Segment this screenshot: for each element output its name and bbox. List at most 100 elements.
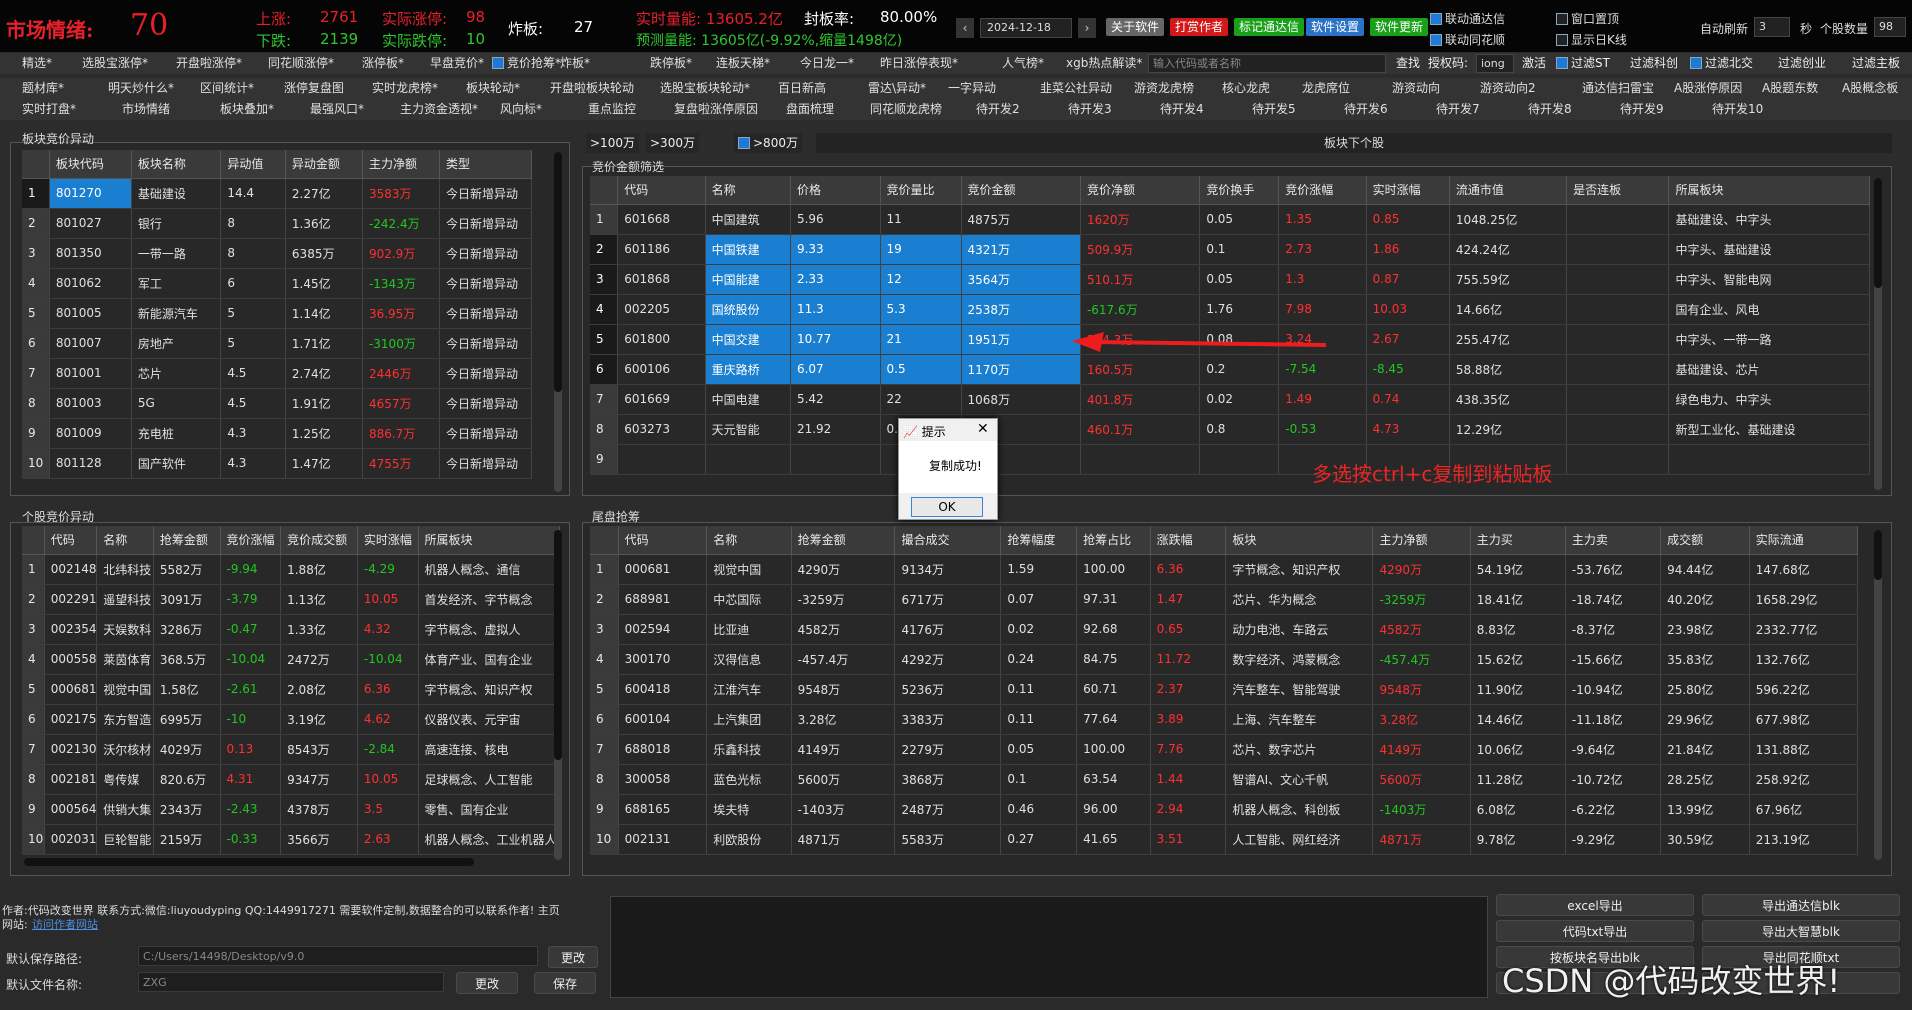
search-input[interactable]: 输入代码或者名称 <box>1148 54 1386 73</box>
table-row[interactable]: 1 000681 视觉中国 4290万 9134万 1.59 100.00 6.36 字节概念、… <box>590 554 1859 585</box>
nav2-item-0[interactable]: 题材库* <box>22 78 64 99</box>
column-header[interactable]: 主力净额 <box>1372 526 1471 555</box>
table-row[interactable]: 3 002354 天娱数科 3286万 -0.47 1.33亿 4.32 字节概念、虚拟人 <box>22 614 560 645</box>
close-icon[interactable]: ✕ <box>977 421 989 437</box>
scroll-thumb[interactable] <box>554 530 562 760</box>
table-row[interactable]: 10 002131 利欧股份 4871万 5583万 0.27 41.65 3.51 人工智能、… <box>590 824 1859 855</box>
file-name-input[interactable]: ZXG <box>138 972 444 992</box>
column-header[interactable]: 实际流通 <box>1749 526 1859 555</box>
nav3-item-16[interactable]: 待开发8 <box>1528 99 1572 120</box>
column-header[interactable]: 板块名称 <box>131 150 222 179</box>
nav1-item-6[interactable]: 竞价抢筹* <box>492 53 561 74</box>
column-header[interactable]: 抢筹金额 <box>791 526 896 555</box>
stock-scrollbar[interactable] <box>554 530 562 860</box>
column-header[interactable]: 撮合成交 <box>894 526 1002 555</box>
amount-scrollbar[interactable] <box>1874 178 1882 490</box>
about-button[interactable]: 关于软件 <box>1106 18 1165 36</box>
column-header[interactable]: 竞价涨幅 <box>220 526 282 555</box>
filter-st-checkbox[interactable]: 过滤ST <box>1552 53 1614 73</box>
nav3-item-18[interactable]: 待开发10 <box>1712 99 1763 120</box>
nav3-item-2[interactable]: 板块叠加* <box>220 99 274 120</box>
nav1-item-1[interactable]: 选股宝涨停* <box>82 53 148 74</box>
column-header[interactable]: 竞价涨幅 <box>1278 176 1367 205</box>
filter-star-checkbox[interactable]: 过滤科创 <box>1626 53 1682 73</box>
table-row[interactable]: 1 601668 中国建筑 5.96 11 4875万 1620万 0.05 1.35 0.85 1… <box>590 204 1870 235</box>
table-row[interactable]: 10 801128 国产软件 4.3 1.47亿 4755万 今日新增异动 <box>22 448 533 479</box>
stock-hscroll[interactable] <box>24 858 474 866</box>
column-header[interactable]: 是否连板 <box>1566 176 1670 205</box>
nav3-item-0[interactable]: 实时打盘* <box>22 99 76 120</box>
table-row[interactable]: 8 002181 粤传媒 820.6万 4.31 9347万 10.05 足球概念、人工智能 <box>22 764 560 795</box>
nav2-item-6[interactable]: 开盘啦板块轮动 <box>550 78 634 99</box>
nav3-item-11[interactable]: 待开发3 <box>1068 99 1112 120</box>
table-row[interactable]: 7 601669 中国电建 5.42 22 1068万 401.8万 0.02 1.49 0.74… <box>590 384 1870 415</box>
table-row[interactable]: 8 801003 5G 4.5 1.91亿 4657万 今日新增异动 <box>22 388 533 419</box>
column-header[interactable]: 主力净额 <box>362 150 440 179</box>
show-daily-checkbox[interactable]: 显示日K线 <box>1556 31 1627 48</box>
table-row[interactable]: 9 <box>590 444 1870 475</box>
table-row[interactable]: 7 801001 芯片 4.5 2.74亿 2446万 今日新增异动 <box>22 358 533 389</box>
column-header[interactable]: 名称 <box>96 526 154 555</box>
column-header[interactable]: 涨跌幅 <box>1150 526 1227 555</box>
link-ths-checkbox[interactable]: 联动同花顺 <box>1430 31 1505 48</box>
column-header[interactable]: 代码 <box>44 526 98 555</box>
column-header[interactable]: 价格 <box>790 176 881 205</box>
nav3-item-13[interactable]: 待开发5 <box>1252 99 1296 120</box>
column-header[interactable]: 名称 <box>705 176 791 205</box>
nav2-item-5[interactable]: 板块轮动* <box>466 78 520 99</box>
table-row[interactable]: 1 801270 基础建设 14.4 2.27亿 3583万 今日新增异动 <box>22 178 533 209</box>
nav3-item-8[interactable]: 盘面梳理 <box>786 99 834 120</box>
update-button[interactable]: 软件更新 <box>1370 18 1429 36</box>
column-header[interactable]: 抢筹占比 <box>1076 526 1151 555</box>
scroll-thumb[interactable] <box>1874 178 1882 288</box>
search-button[interactable]: 查找 <box>1392 53 1424 73</box>
table-row[interactable]: 6 002175 东方智造 6995万 -10 3.19亿 4.62 仪器仪表、元宇宙 <box>22 704 560 735</box>
table-row[interactable]: 8 603273 天元智能 21.92 0.5 460.1万 0.8 -0.53 4.73 12.… <box>590 414 1870 445</box>
nav3-item-1[interactable]: 市场情绪 <box>122 99 170 120</box>
change-path-button[interactable]: 更改 <box>548 946 598 968</box>
nav2-item-10[interactable]: 一字异动 <box>948 78 996 99</box>
column-header[interactable]: 所属板块 <box>1668 176 1870 205</box>
table-row[interactable]: 9 801009 充电桩 4.3 1.25亿 886.7万 今日新增异动 <box>22 418 533 449</box>
table-row[interactable]: 5 600418 江淮汽车 9548万 5236万 0.11 60.71 2.37 汽车整车、智… <box>590 674 1859 705</box>
nav3-item-10[interactable]: 待开发2 <box>976 99 1020 120</box>
column-header[interactable]: 成交额 <box>1660 526 1750 555</box>
scroll-thumb[interactable] <box>1874 530 1882 580</box>
nav3-item-7[interactable]: 复盘啦涨停原因 <box>674 99 758 120</box>
table-row[interactable]: 7 688018 乐鑫科技 4149万 2279万 0.05 100.00 7.76 芯片、数字… <box>590 734 1859 765</box>
table-row[interactable]: 1 002148 北纬科技 5582万 -9.94 1.88亿 -4.29 机器人概念、通信 <box>22 554 560 585</box>
donate-button[interactable]: 打赏作者 <box>1170 18 1229 36</box>
stock-count-input[interactable]: 98 <box>1874 17 1906 37</box>
column-header[interactable]: 竞价量比 <box>880 176 962 205</box>
nav1-item-5[interactable]: 早盘竞价* <box>430 53 484 74</box>
table-row[interactable]: 8 300058 蓝色光标 5600万 3868万 0.1 63.54 1.44 智谱AI、文心… <box>590 764 1859 795</box>
nav3-item-14[interactable]: 待开发6 <box>1344 99 1388 120</box>
table-row[interactable]: 6 600104 上汽集团 3.28亿 3383万 0.11 77.64 3.89 上海、汽车整… <box>590 704 1859 735</box>
ok-button[interactable]: OK <box>911 497 983 517</box>
nav1-item-3[interactable]: 同花顺涨停* <box>268 53 334 74</box>
nav2-item-16[interactable]: 游资动向2 <box>1480 78 1536 99</box>
activate-button[interactable]: 激活 <box>1518 53 1550 73</box>
column-header[interactable]: 抢筹金额 <box>153 526 221 555</box>
nav2-item-18[interactable]: A股涨停原因 <box>1674 78 1742 99</box>
column-header[interactable]: 流通市值 <box>1449 176 1568 205</box>
date-field[interactable]: 2024-12-18 <box>980 18 1072 38</box>
column-header[interactable]: 抢筹幅度 <box>1000 526 1078 555</box>
table-row[interactable]: 4 300170 汉得信息 -457.4万 4292万 0.24 84.75 11.72 数字经… <box>590 644 1859 675</box>
nav2-item-2[interactable]: 区间统计* <box>200 78 254 99</box>
column-header[interactable]: 板块代码 <box>49 150 132 179</box>
table-row[interactable]: 5 000681 视觉中国 1.58亿 -2.61 2.08亿 6.36 字节概念、知识产权 <box>22 674 560 705</box>
scroll-thumb[interactable] <box>554 152 562 392</box>
nav2-item-15[interactable]: 游资动向 <box>1392 78 1440 99</box>
column-header[interactable]: 实时涨幅 <box>1366 176 1450 205</box>
sector-scrollbar[interactable] <box>554 152 562 492</box>
column-header[interactable]: 主力卖 <box>1565 526 1662 555</box>
link-tdx-checkbox[interactable]: 联动通达信 <box>1430 10 1505 27</box>
nav3-item-17[interactable]: 待开发9 <box>1620 99 1664 120</box>
table-row[interactable]: 7 002130 沃尔核材 4029万 0.13 8543万 -2.84 高速连接、核电 <box>22 734 560 765</box>
nav2-item-11[interactable]: 韭菜公社异动 <box>1040 78 1112 99</box>
table-row[interactable]: 6 600106 重庆路桥 6.07 0.5 1170万 160.5万 0.2 -7.54 -8.… <box>590 354 1870 385</box>
nav1-item-9[interactable]: 连板天梯* <box>716 53 770 74</box>
column-header[interactable] <box>22 150 50 179</box>
column-header[interactable]: 类型 <box>439 150 533 179</box>
